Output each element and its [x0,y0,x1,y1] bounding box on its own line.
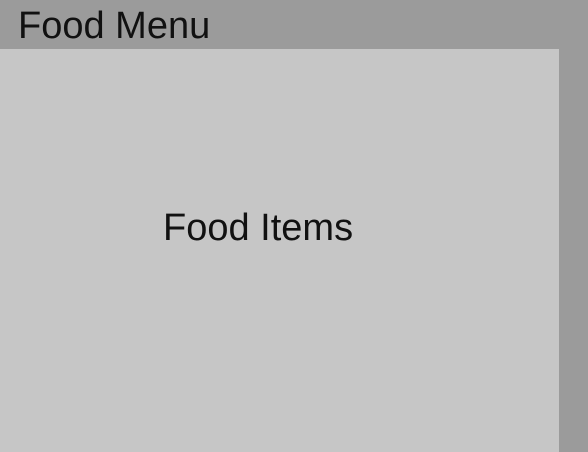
food-items-panel: Food Items [0,49,559,452]
food-items-label: Food Items [163,207,354,249]
page-title: Food Menu [18,5,211,47]
